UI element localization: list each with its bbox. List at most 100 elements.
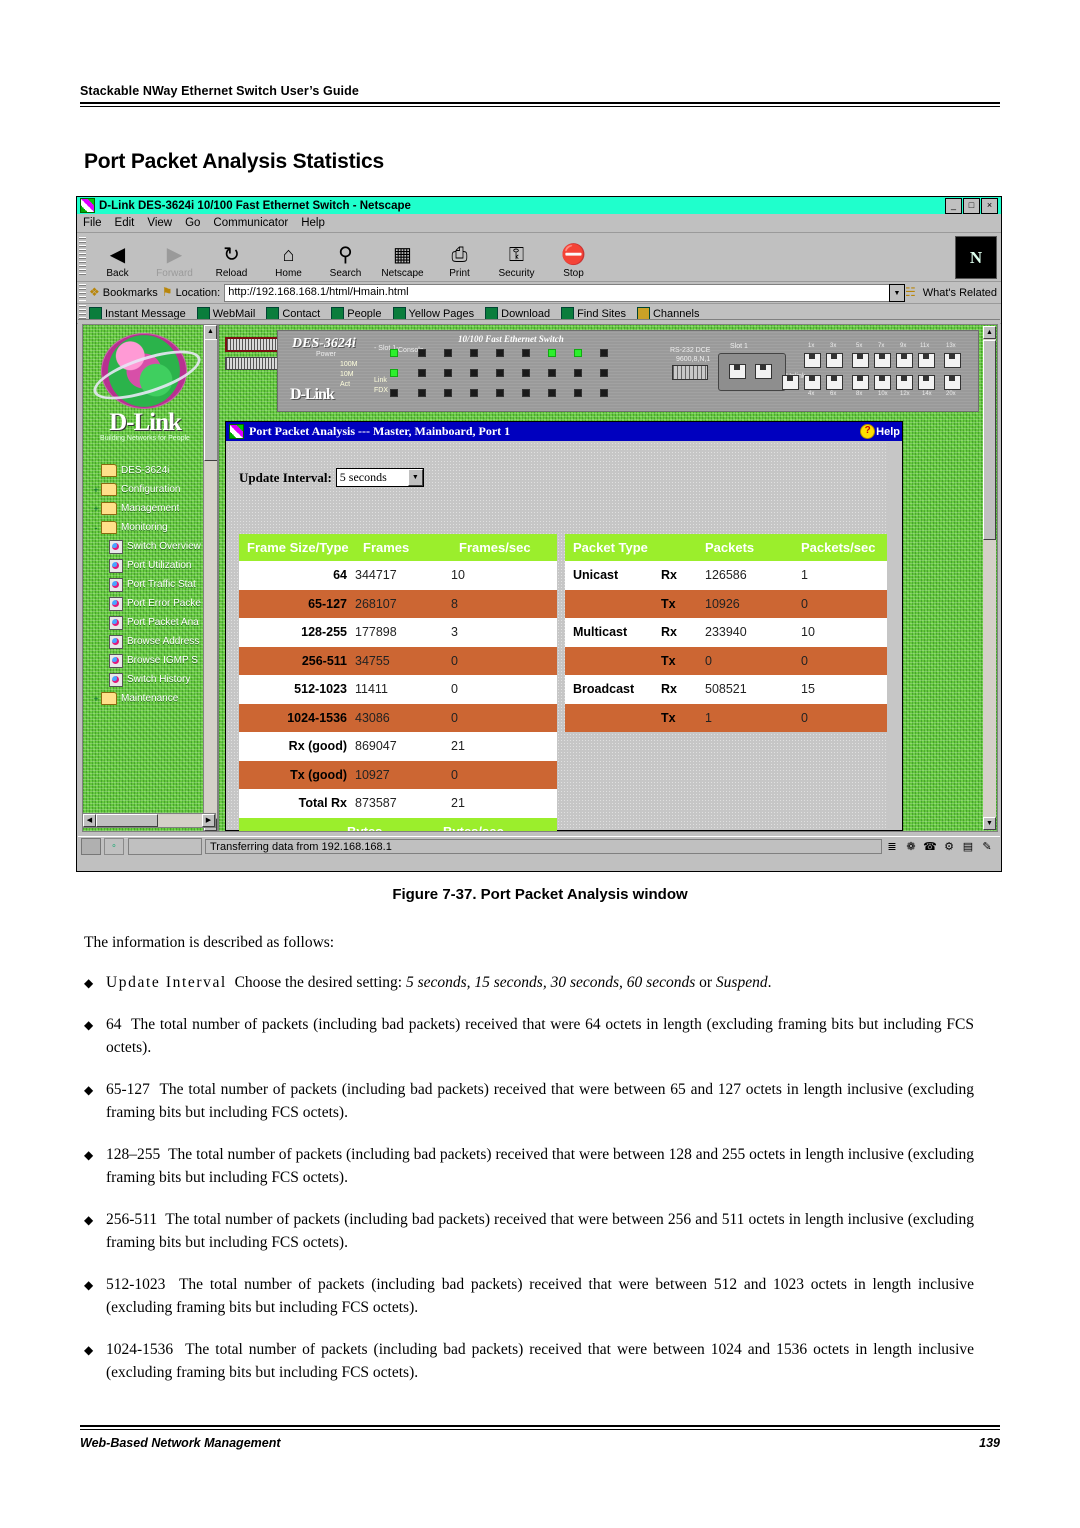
port-number: 12x bbox=[900, 391, 910, 397]
reload-button[interactable]: ↻ Reload bbox=[203, 234, 260, 280]
stop-label: Stop bbox=[563, 268, 584, 279]
navigation-toolbar[interactable]: ◀ Back ▶ Forward ↻ Reload ⌂ Home ⚲ Searc… bbox=[77, 233, 1001, 282]
url-dropdown-icon[interactable]: ▼ bbox=[888, 283, 905, 302]
nav-frame-vertical-scrollbar[interactable]: ▲ ▼ bbox=[203, 325, 217, 831]
rs232-sub-label: 9600,8,N,1 bbox=[676, 356, 711, 363]
dlink-wordmark: D-Link bbox=[109, 409, 182, 436]
menu-help[interactable]: Help bbox=[301, 217, 325, 229]
close-button[interactable]: × bbox=[981, 197, 998, 214]
folder-icon bbox=[101, 464, 117, 477]
page-icon bbox=[109, 596, 123, 611]
menu-bar[interactable]: File Edit View Go Communicator Help bbox=[77, 214, 1001, 233]
tree-item-browse-igmp-status[interactable]: Browse IGMP S bbox=[87, 651, 213, 670]
tree-item-switch-history[interactable]: Switch History bbox=[87, 670, 213, 689]
tree-item-des-3624i[interactable]: DES-3624i bbox=[87, 461, 213, 480]
stop-button[interactable]: ⛔ Stop bbox=[545, 234, 602, 280]
tree-expander[interactable]: - bbox=[91, 523, 101, 533]
tree-item-port-traffic-statistics[interactable]: Port Traffic Stat bbox=[87, 575, 213, 594]
help-button[interactable]: ? Help bbox=[860, 423, 902, 440]
toolbar-grip[interactable] bbox=[79, 237, 86, 277]
scroll-left-icon[interactable]: ◀ bbox=[83, 814, 96, 827]
location-bar[interactable]: ❖ Bookmarks ⚑ Location: http://192.168.1… bbox=[77, 282, 1001, 304]
scrollbar-thumb[interactable] bbox=[983, 340, 996, 540]
folder-icon bbox=[101, 483, 117, 496]
menu-view[interactable]: View bbox=[147, 217, 172, 229]
question-mark-icon: ? bbox=[860, 424, 876, 439]
minimize-button[interactable]: _ bbox=[945, 197, 962, 214]
tree-expander[interactable]: + bbox=[91, 694, 101, 704]
newsgroup-icon[interactable]: ⚙ bbox=[942, 840, 956, 854]
bookmarks-label[interactable]: Bookmarks bbox=[103, 287, 158, 299]
netscape-logo[interactable]: N bbox=[955, 236, 997, 279]
whats-related-label[interactable]: What's Related bbox=[919, 287, 1001, 299]
tree-expander[interactable]: + bbox=[91, 504, 101, 514]
tree-item-port-error-packets[interactable]: Port Error Packe bbox=[87, 594, 213, 613]
row-frames-sec: 10 bbox=[451, 568, 465, 583]
tree-item-browse-address-table[interactable]: Browse Address bbox=[87, 632, 213, 651]
forward-button[interactable]: ▶ Forward bbox=[146, 234, 203, 280]
column-header-packets-sec: Packets/sec bbox=[801, 540, 876, 555]
search-button[interactable]: ⚲ Search bbox=[317, 234, 374, 280]
row-frames-sec: 21 bbox=[451, 796, 465, 811]
component-bar-handle-icon[interactable]: ≣ bbox=[885, 840, 899, 854]
switch-act-label: Act bbox=[340, 381, 351, 388]
hscrollbar-thumb[interactable] bbox=[96, 814, 158, 827]
navigator-icon[interactable]: ❁ bbox=[904, 840, 918, 854]
mailbox-icon[interactable]: ☎ bbox=[923, 840, 937, 854]
bookmark-icon[interactable]: ❖ bbox=[89, 285, 100, 300]
port-number: 10x bbox=[878, 391, 888, 397]
status-component-bar[interactable]: ≣ ❁ ☎ ⚙ ▤ ✎ bbox=[885, 840, 1000, 854]
home-button[interactable]: ⌂ Home bbox=[260, 234, 317, 280]
chevron-down-icon[interactable]: ▼ bbox=[407, 469, 423, 486]
menu-go[interactable]: Go bbox=[185, 217, 200, 229]
scrollbar-thumb[interactable] bbox=[204, 339, 217, 461]
scroll-down-icon[interactable]: ▼ bbox=[983, 817, 996, 830]
print-button[interactable]: ⎙ Print bbox=[431, 234, 488, 280]
menu-edit[interactable]: Edit bbox=[115, 217, 135, 229]
column-header-packet-type: Packet Type bbox=[573, 540, 648, 555]
tree-expander[interactable]: + bbox=[91, 485, 101, 495]
table-row: Tx 1 0 bbox=[565, 703, 887, 732]
bullet-body: The total number of packets (including b… bbox=[106, 1275, 974, 1316]
address-book-icon[interactable]: ▤ bbox=[961, 840, 975, 854]
netscape-button[interactable]: ▦ Netscape bbox=[374, 234, 431, 280]
tree-item-port-packet-analysis[interactable]: Port Packet Ana bbox=[87, 613, 213, 632]
port-led bbox=[600, 369, 608, 377]
status-led bbox=[444, 349, 452, 357]
scroll-up-icon[interactable]: ▲ bbox=[983, 326, 996, 339]
location-label: Location: bbox=[175, 286, 221, 299]
back-button[interactable]: ◀ Back bbox=[89, 234, 146, 280]
bullet-body: The total number of packets (including b… bbox=[106, 1340, 975, 1381]
maximize-button[interactable]: □ bbox=[963, 197, 980, 214]
nav-frame-horizontal-scrollbar[interactable]: ◀ ▶ bbox=[82, 813, 216, 828]
window-controls[interactable]: _ □ × bbox=[945, 197, 999, 214]
scroll-up-icon[interactable]: ▲ bbox=[204, 325, 217, 340]
port-led bbox=[418, 369, 426, 377]
whats-related-icon[interactable]: ☵ bbox=[905, 285, 916, 300]
tree-item-port-utilization[interactable]: Port Utilization bbox=[87, 556, 213, 575]
security-indicator-icon[interactable] bbox=[81, 838, 101, 855]
tree-item-monitoring[interactable]: - Monitoring bbox=[87, 518, 213, 537]
tree-item-maintenance[interactable]: + Maintenance bbox=[87, 689, 213, 708]
tree-item-switch-overview[interactable]: Switch Overview bbox=[87, 537, 213, 556]
bullet-body: The total number of packets (including b… bbox=[106, 1081, 975, 1122]
menu-file[interactable]: File bbox=[83, 217, 102, 229]
url-input[interactable]: http://192.168.168.1/html/Hmain.html bbox=[224, 283, 889, 302]
main-frame-vertical-scrollbar[interactable]: ▲ ▼ bbox=[983, 326, 996, 830]
tree-item-label: Browse Address bbox=[127, 636, 200, 647]
scroll-right-icon[interactable]: ▶ bbox=[202, 814, 215, 827]
menu-communicator[interactable]: Communicator bbox=[213, 217, 288, 229]
update-interval-select[interactable]: 5 seconds ▼ bbox=[335, 468, 424, 487]
slot1-module bbox=[718, 353, 786, 391]
location-bar-grip[interactable] bbox=[79, 284, 86, 301]
nav-tree[interactable]: DES-3624i + Configuration + Management - bbox=[87, 461, 213, 708]
tree-item-management[interactable]: + Management bbox=[87, 499, 213, 518]
composer-icon[interactable]: ✎ bbox=[980, 840, 994, 854]
footer-rule-thin bbox=[80, 1429, 1000, 1430]
tree-item-label: Maintenance bbox=[121, 693, 179, 704]
row-direction: Tx bbox=[661, 653, 676, 668]
tree-item-configuration[interactable]: + Configuration bbox=[87, 480, 213, 499]
bullet-term: Update Interval bbox=[106, 974, 227, 992]
security-button[interactable]: ⚿ Security bbox=[488, 234, 545, 280]
header-rule-thick bbox=[80, 102, 1000, 104]
